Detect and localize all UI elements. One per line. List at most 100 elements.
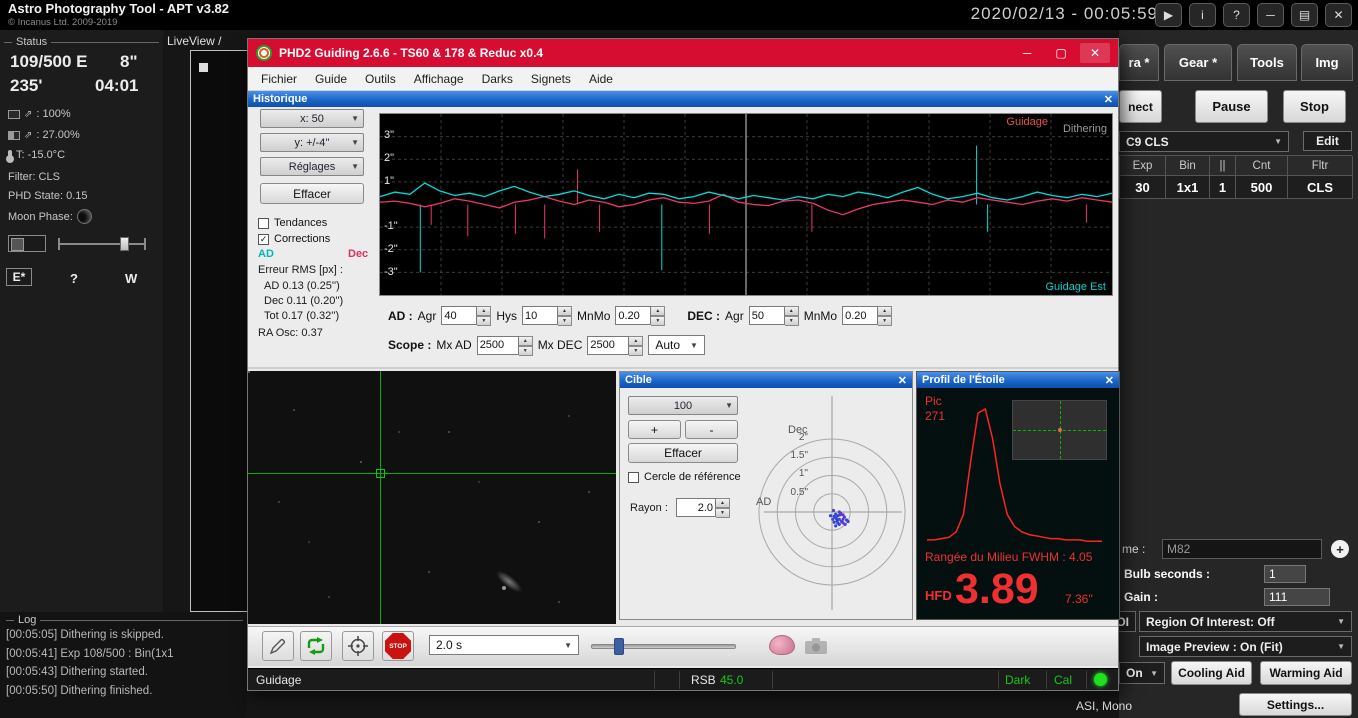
dec-aggression-input[interactable]	[748, 306, 785, 325]
minimize-icon[interactable]: ─	[1012, 43, 1042, 63]
menu-outils[interactable]: Outils	[356, 69, 405, 89]
spinner-up-icon[interactable]: ▲	[716, 498, 730, 508]
maximize-icon[interactable]: ▢	[1046, 43, 1076, 63]
checkbox-checked[interactable]	[258, 233, 269, 245]
reference-circle-checkbox-row[interactable]: Cercle de référence	[628, 471, 741, 483]
guide-camera-image[interactable]	[248, 371, 616, 624]
spinner-up-icon[interactable]: ▲	[651, 306, 666, 316]
zoom-slider-knob[interactable]	[120, 237, 129, 251]
stop-guiding-button[interactable]: STOP	[382, 631, 414, 661]
table-cell[interactable]: CLS	[1288, 176, 1353, 199]
table-cell[interactable]: 1	[1210, 176, 1236, 199]
spinner-down-icon[interactable]: ▼	[518, 345, 533, 356]
target-titlebar[interactable]: Cible ✕	[620, 372, 912, 388]
hysteresis-input[interactable]	[522, 306, 559, 325]
stretch-slider[interactable]	[591, 638, 736, 655]
zoom-slider[interactable]	[58, 237, 146, 251]
play-icon[interactable]: ▶	[1155, 3, 1182, 27]
target-clear-button[interactable]: Effacer	[628, 443, 738, 463]
plan-select[interactable]: C9 CLS ▼	[1119, 131, 1289, 152]
tab-tools[interactable]: Tools	[1237, 44, 1297, 81]
spinner-down-icon[interactable]: ▼	[716, 508, 730, 518]
radius-input[interactable]	[676, 498, 716, 517]
close-icon[interactable]: ✕	[1105, 374, 1114, 387]
camera-settings-icon[interactable]	[804, 637, 828, 655]
help-icon[interactable]: ?	[1223, 3, 1250, 27]
spinner-down-icon[interactable]: ▼	[878, 316, 893, 326]
close-icon[interactable]: ✕	[1104, 93, 1113, 106]
table-cell[interactable]: 30	[1120, 176, 1166, 199]
object-name-input[interactable]	[1162, 539, 1322, 559]
slider-knob[interactable]	[614, 638, 624, 655]
spinner-up-icon[interactable]: ▲	[784, 306, 799, 316]
stop-button[interactable]: Stop	[1283, 90, 1346, 123]
spinner-down-icon[interactable]: ▼	[558, 316, 573, 326]
table-cell[interactable]: 500	[1236, 176, 1288, 199]
close-icon[interactable]: ✕	[898, 374, 907, 387]
max-dec-input[interactable]	[587, 335, 630, 355]
on-partial-select[interactable]: On ▼	[1119, 662, 1165, 684]
ad-aggression-input[interactable]	[441, 306, 478, 325]
edit-button[interactable]: Edit	[1303, 131, 1352, 151]
preview-thumbnail[interactable]	[8, 235, 46, 252]
bulb-seconds-input[interactable]	[1264, 565, 1306, 583]
tab-gear[interactable]: Gear *	[1164, 44, 1232, 81]
gain-input[interactable]	[1264, 588, 1330, 606]
roi-select[interactable]: Region Of Interest: Off ▼	[1139, 611, 1352, 632]
minimize-icon[interactable]: ─	[1257, 3, 1284, 27]
warming-aid-button[interactable]: Warming Aid	[1260, 661, 1352, 685]
spinner-up-icon[interactable]: ▲	[518, 335, 533, 346]
loop-exposures-button[interactable]	[300, 631, 332, 661]
dec-minmove-input[interactable]	[842, 306, 879, 325]
menu-affichage[interactable]: Affichage	[405, 69, 473, 89]
pause-button[interactable]: Pause	[1195, 90, 1268, 123]
spinner-up-icon[interactable]: ▲	[558, 306, 573, 316]
corrections-checkbox-row[interactable]: Corrections	[258, 233, 330, 245]
spinner-down-icon[interactable]: ▼	[629, 345, 644, 356]
phd2-titlebar[interactable]: PHD2 Guiding 2.6.6 - TS60 & 178 & Reduc …	[248, 39, 1118, 67]
spinner-down-icon[interactable]: ▼	[784, 316, 799, 326]
settings-button[interactable]: Settings...	[1239, 693, 1352, 716]
menu-aide[interactable]: Aide	[580, 69, 622, 89]
menu-fichier[interactable]: Fichier	[252, 69, 306, 89]
star-select-button[interactable]	[262, 631, 294, 661]
exposure-select[interactable]: 2.0 s ▼	[429, 635, 579, 655]
history-y-scale-select[interactable]: y: +/-4'' ▼	[260, 133, 364, 152]
dec-mode-select[interactable]: Auto ▼	[648, 335, 705, 355]
spinner-up-icon[interactable]: ▲	[477, 306, 492, 316]
history-clear-button[interactable]: Effacer	[260, 183, 364, 204]
profile-titlebar[interactable]: Profil de l'Étoile ✕	[917, 372, 1119, 388]
history-x-scale-select[interactable]: x: 50 ▼	[260, 109, 364, 128]
checkbox-unchecked[interactable]	[628, 471, 639, 483]
history-titlebar[interactable]: Historique ✕	[248, 91, 1118, 107]
tab-camera[interactable]: ra *	[1119, 44, 1159, 81]
close-icon[interactable]: ✕	[1325, 3, 1352, 27]
trend-checkbox-row[interactable]: Tendances	[258, 217, 327, 229]
close-icon[interactable]: ✕	[1080, 43, 1110, 63]
question-button[interactable]: ?	[70, 271, 78, 286]
menu-guide[interactable]: Guide	[306, 69, 356, 89]
connect-button[interactable]: nect	[1119, 90, 1162, 123]
history-settings-select[interactable]: Réglages ▼	[260, 157, 364, 176]
layout-icon[interactable]: ▤	[1291, 3, 1318, 27]
image-preview-select[interactable]: Image Preview : On (Fit) ▼	[1139, 636, 1352, 657]
spinner-up-icon[interactable]: ▲	[878, 306, 893, 316]
zoom-out-button[interactable]: -	[685, 420, 738, 439]
target-zoom-select[interactable]: 100 ▼	[628, 396, 738, 415]
east-button[interactable]: E*	[6, 268, 32, 286]
spinner-up-icon[interactable]: ▲	[629, 335, 644, 346]
brain-settings-icon[interactable]	[769, 635, 795, 655]
zoom-in-button[interactable]: +	[628, 420, 681, 439]
max-ra-input[interactable]	[476, 335, 519, 355]
west-button[interactable]: W	[125, 271, 137, 286]
tab-img[interactable]: Img	[1301, 44, 1353, 81]
spinner-down-icon[interactable]: ▼	[651, 316, 666, 326]
menu-darks[interactable]: Darks	[473, 69, 522, 89]
table-cell[interactable]: 1x1	[1166, 176, 1210, 199]
checkbox-unchecked[interactable]	[258, 217, 269, 229]
spinner-down-icon[interactable]: ▼	[477, 316, 492, 326]
plus-icon[interactable]: +	[1331, 540, 1349, 558]
menu-signets[interactable]: Signets	[522, 69, 580, 89]
ad-minmove-input[interactable]	[615, 306, 652, 325]
info-icon[interactable]: i	[1189, 3, 1216, 27]
